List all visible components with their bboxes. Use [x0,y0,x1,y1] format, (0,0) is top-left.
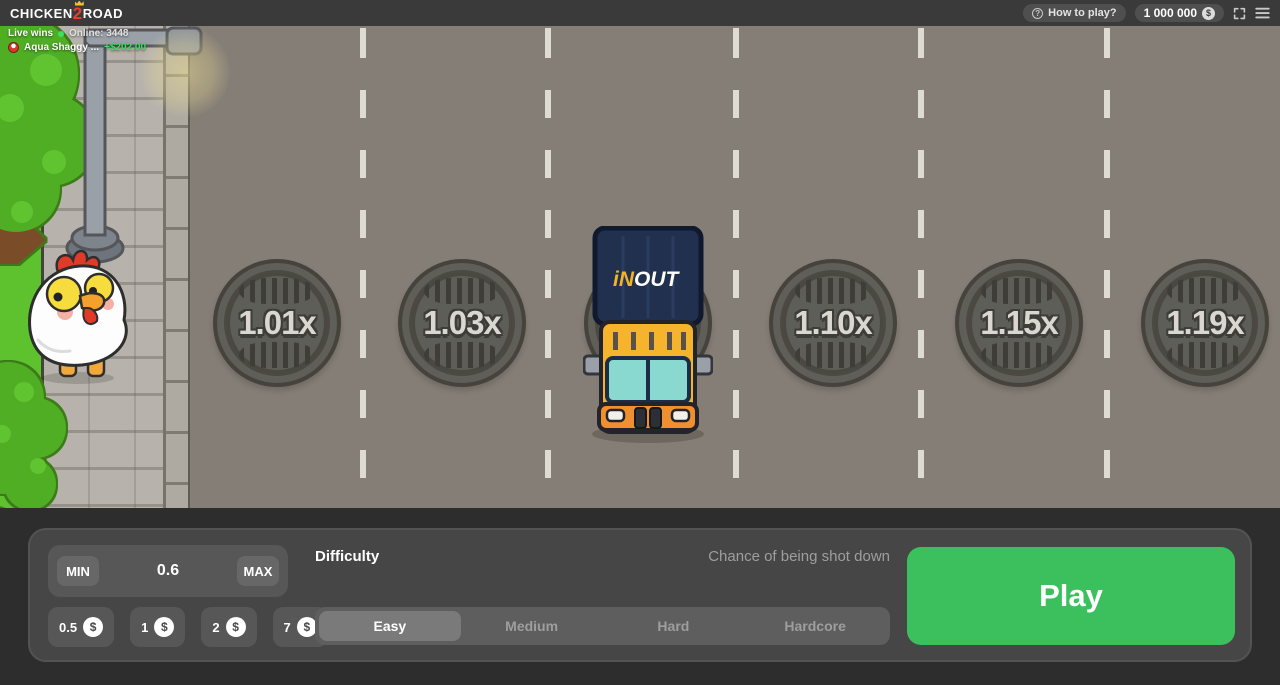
top-bar: CHICKEN 2 ROAD ? How to play? 1 000 000 … [0,0,1280,26]
truck-grill [635,408,646,428]
fullscreen-icon [1233,7,1246,20]
lane-line [360,26,366,508]
menu-button[interactable] [1255,7,1270,19]
win-amount: +$202.00 [104,42,146,53]
dollar-icon: $ [154,617,174,637]
difficulty-tabs: Easy Medium Hard Hardcore [315,607,890,645]
lane-line [1104,26,1110,508]
tab-hardcore[interactable]: Hardcore [744,611,886,641]
manhole-multiplier-1: 1.01x [213,259,341,387]
manhole-multiplier-4: 1.10x [769,259,897,387]
chip-label: 0.5 [59,620,77,635]
chip-label: 7 [284,620,291,635]
truck-headlight-right [672,410,689,421]
tab-easy[interactable]: Easy [319,611,461,641]
multiplier-label: 1.10x [773,263,893,383]
lane-line [545,26,551,508]
player-name: Aqua Shaggy ... [24,42,99,53]
how-to-play-button[interactable]: ? How to play? [1023,4,1125,22]
chip-label: 1 [141,620,148,635]
logo-badge-2: 2 [73,5,83,22]
manhole-multiplier-6: 1.19x [1141,259,1269,387]
tab-medium[interactable]: Medium [461,611,603,641]
live-win-entry: Aqua Shaggy ... +$202.00 [8,42,146,53]
coin-icon: $ [1202,7,1215,20]
tab-hard[interactable]: Hard [603,611,745,641]
chip-2-button[interactable]: 2 $ [201,607,256,647]
multiplier-label: 1.01x [217,263,337,383]
help-icon: ? [1032,8,1043,19]
balance-value: 1 000 000 [1144,6,1197,20]
online-count: Online: 3448 [69,28,128,39]
lane-line [733,26,739,508]
quick-bet-chips: 0.5 $ 1 $ 2 $ 7 $ [48,607,328,647]
player-avatar [8,42,19,53]
chip-label: 2 [212,620,219,635]
fullscreen-button[interactable] [1233,7,1246,20]
how-to-play-label: How to play? [1048,7,1116,19]
truck: iNOUT [583,226,713,453]
chicken-character [18,248,138,391]
bet-amount-box: MIN 0.6 MAX [48,545,288,597]
dollar-icon: $ [83,617,103,637]
controls-card: MIN 0.6 MAX 0.5 $ 1 $ 2 $ 7 $ Difficulty [28,528,1252,662]
play-button[interactable]: Play [907,547,1235,645]
live-wins-feed: Live wins Online: 3448 Aqua Shaggy ... +… [8,28,146,53]
online-dot-icon [58,31,64,37]
dollar-icon: $ [297,617,317,637]
multiplier-label: 1.03x [402,263,522,383]
truck-logo: iNOUT [613,268,681,291]
logo-text-road: ROAD [83,6,123,21]
truck-grill [650,408,661,428]
manhole-multiplier-5: 1.15x [955,259,1083,387]
control-panel: MIN 0.6 MAX 0.5 $ 1 $ 2 $ 7 $ Difficulty [0,508,1280,685]
game-scene: 1.01x 1.03x 1.10x 1.15x 1.19x [0,26,1280,508]
max-bet-button[interactable]: MAX [237,556,279,586]
chance-label: Chance of being shot down [708,548,890,565]
chicken-eye [47,277,81,311]
dollar-icon: $ [226,617,246,637]
balance-display[interactable]: 1 000 000 $ [1135,4,1224,22]
live-wins-title: Live wins [8,28,53,39]
hamburger-menu-icon [1255,7,1270,19]
chip-0.5-button[interactable]: 0.5 $ [48,607,114,647]
multiplier-label: 1.19x [1145,263,1265,383]
difficulty-label: Difficulty [315,548,379,565]
app-logo: CHICKEN 2 ROAD [10,5,123,22]
multiplier-label: 1.15x [959,263,1079,383]
topbar-actions: ? How to play? 1 000 000 $ [1023,4,1270,22]
bet-value[interactable]: 0.6 [157,562,179,580]
crown-icon [75,1,84,6]
difficulty-header: Difficulty Chance of being shot down [315,548,890,565]
lamp-post [55,26,215,276]
live-wins-header: Live wins Online: 3448 [8,28,146,39]
lane-line [918,26,924,508]
min-bet-button[interactable]: MIN [57,556,99,586]
truck-headlight-left [607,410,624,421]
manhole-multiplier-2: 1.03x [398,259,526,387]
chip-1-button[interactable]: 1 $ [130,607,185,647]
logo-text-chicken: CHICKEN [10,6,73,21]
